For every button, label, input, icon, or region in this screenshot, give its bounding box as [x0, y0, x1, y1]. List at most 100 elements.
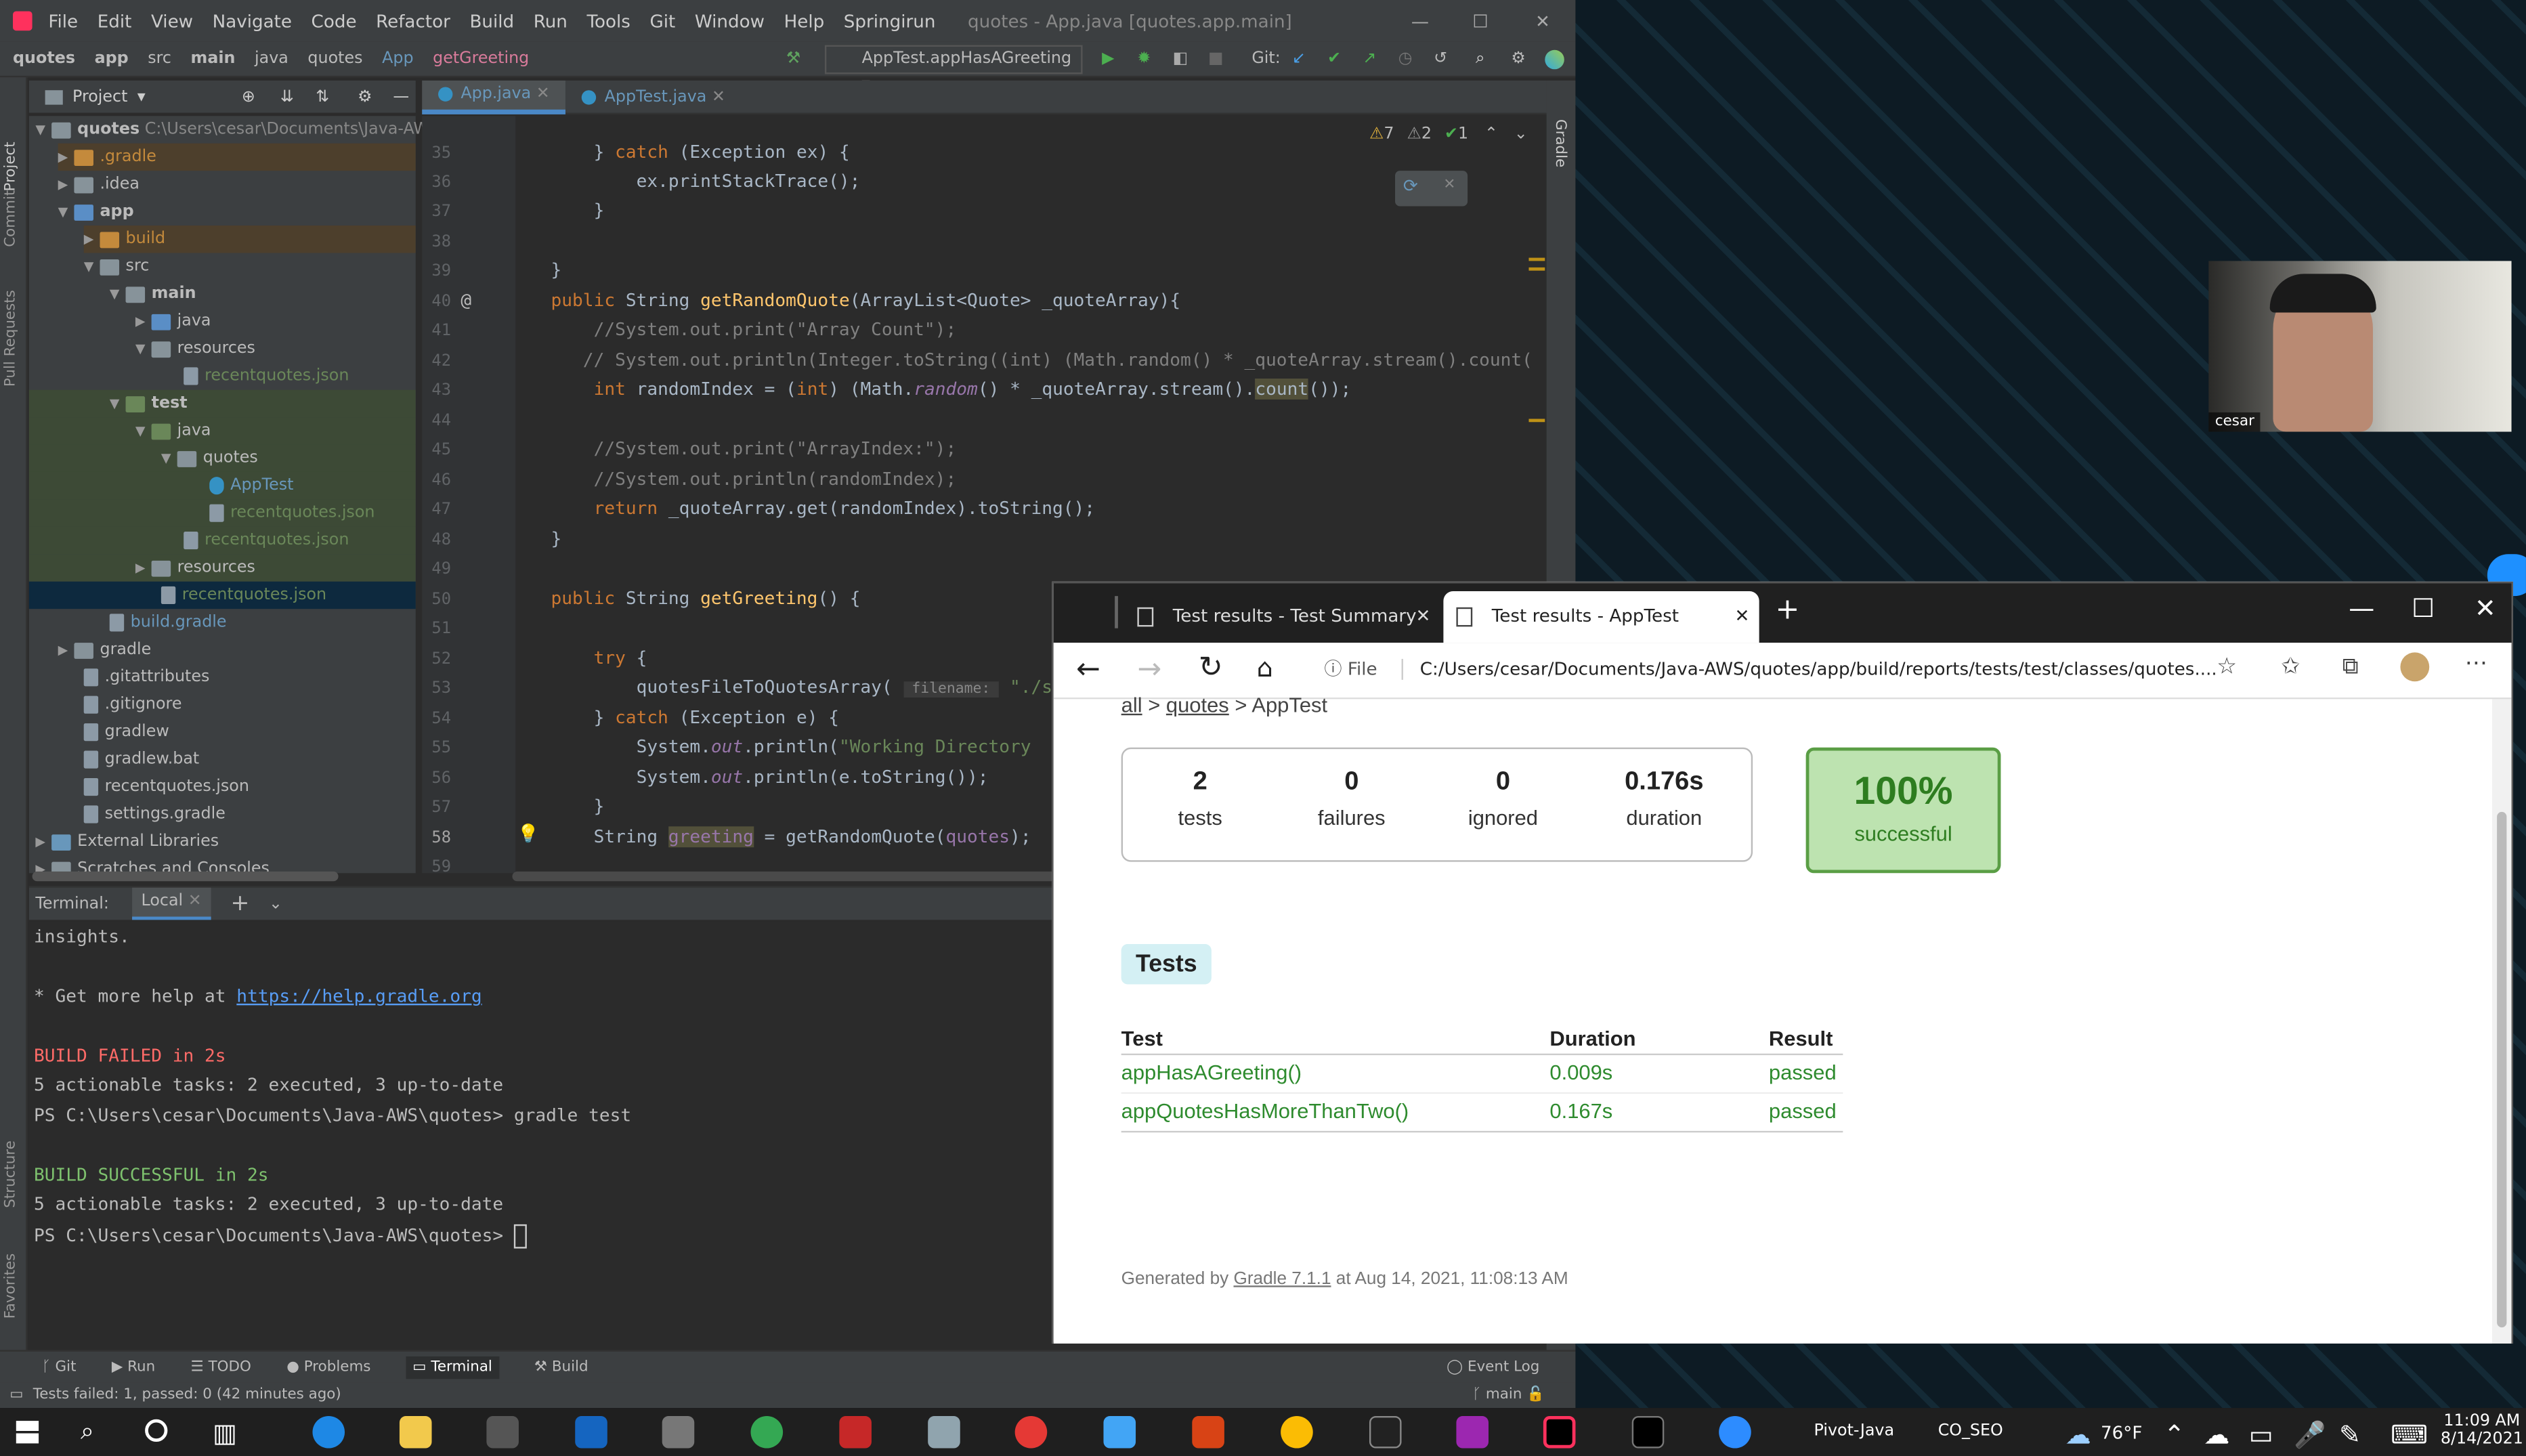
plugin-icon[interactable] — [1545, 49, 1564, 69]
breadcrumb-main[interactable]: main — [191, 50, 236, 68]
menu-edit[interactable]: Edit — [98, 10, 132, 31]
menu-tools[interactable]: Tools — [586, 10, 630, 31]
tab-app-java[interactable]: App.java ✕ — [422, 79, 566, 114]
coverage-icon[interactable]: ◧ — [1173, 50, 1188, 68]
tab-actions-icon[interactable] — [1115, 596, 1118, 628]
close-icon[interactable]: ✕ — [712, 88, 725, 106]
tab-tests[interactable]: Tests — [1121, 943, 1212, 985]
tab-git[interactable]: ᚴ Git — [42, 1359, 77, 1375]
refresh-icon[interactable]: ↻ — [1199, 651, 1223, 685]
run-config-select[interactable]: AppTest.appHasAGreeting ▾ — [824, 45, 1083, 93]
crumb-all-link[interactable]: all — [1121, 693, 1142, 717]
chevron-down-icon[interactable]: ⌄ — [1514, 126, 1528, 144]
tree-item-app[interactable]: ▼ app — [58, 198, 134, 226]
battery-icon[interactable]: ▭ — [2249, 1419, 2273, 1450]
breadcrumb-app[interactable]: app — [95, 50, 129, 68]
edge-icon[interactable] — [312, 1415, 345, 1449]
cortana-icon[interactable] — [145, 1419, 168, 1442]
history-icon[interactable]: ◷ — [1398, 50, 1413, 68]
tree-item-main-java[interactable]: ▶ java — [135, 307, 211, 335]
pen-icon[interactable]: ✎ — [2339, 1419, 2361, 1450]
maximize-icon[interactable]: ☐ — [2412, 593, 2435, 623]
side-favorites-tab[interactable]: Favorites — [3, 1254, 20, 1319]
menu-run[interactable]: Run — [534, 10, 568, 31]
side-commit-tab[interactable]: Commit — [3, 190, 20, 247]
table-row[interactable]: appHasAGreeting() 0.009s passed — [1121, 1055, 1843, 1094]
menu-help[interactable]: Help — [784, 10, 825, 31]
back-icon[interactable]: ← — [1076, 652, 1100, 686]
breadcrumb-package[interactable]: quotes — [307, 50, 362, 68]
tree-item-gradlew-bat[interactable]: gradlew.bat — [83, 746, 199, 773]
tree-item-gitignore[interactable]: .gitignore — [83, 691, 181, 719]
tree-item-json[interactable]: recentquotes.json — [28, 526, 416, 555]
app-icon[interactable] — [1369, 1415, 1402, 1449]
breadcrumb-class[interactable]: App — [382, 50, 413, 68]
taskbar-app-co-seo[interactable]: CO_SEO — [1938, 1422, 2003, 1440]
menu-refactor[interactable]: Refactor — [376, 10, 450, 31]
close-icon[interactable]: ✕ — [1443, 177, 1455, 194]
gradle-link[interactable]: Gradle 7.1.1 — [1233, 1269, 1331, 1289]
tree-item-src[interactable]: ▼ src — [84, 253, 150, 280]
terminal-icon[interactable] — [1631, 1415, 1665, 1449]
horizontal-scrollbar[interactable] — [512, 871, 1061, 882]
mail-icon[interactable] — [575, 1415, 607, 1449]
settings-gear-icon[interactable]: ⚙ — [1511, 50, 1525, 68]
override-marker-icon[interactable]: @ — [461, 290, 471, 311]
tree-item-root[interactable]: ▼ quotes C:\Users\cesar\Documents\Java-AW… — [35, 116, 440, 143]
tree-item-gitattributes[interactable]: .gitattributes — [83, 664, 209, 691]
favorite-star-icon[interactable]: ☆ — [2217, 654, 2237, 680]
minimize-icon[interactable]: — — [1411, 10, 1429, 31]
intellij-icon[interactable] — [1543, 1415, 1576, 1449]
todo-icon[interactable] — [1014, 1415, 1048, 1449]
zoom-icon[interactable] — [1719, 1415, 1751, 1449]
git-commit-icon[interactable]: ✔ — [1327, 50, 1341, 68]
side-pull-requests-tab[interactable]: Pull Requests — [3, 290, 20, 387]
tree-item-idea[interactable]: ▶ .idea — [58, 171, 140, 198]
maximize-icon[interactable]: ☐ — [1472, 10, 1488, 31]
chevron-down-icon[interactable]: ▾ — [137, 88, 146, 106]
menu-code[interactable]: Code — [312, 10, 357, 31]
side-gradle-tab[interactable]: Gradle — [1551, 119, 1568, 167]
hide-pane-icon[interactable]: — — [393, 88, 409, 106]
breadcrumb-java[interactable]: java — [255, 50, 288, 68]
tree-item-json[interactable]: recentquotes.json — [28, 499, 416, 527]
taskbar-app-pivot-java[interactable]: Pivot-Java — [1814, 1422, 1895, 1440]
task-view-icon[interactable]: ▥ — [213, 1417, 237, 1448]
help-link[interactable]: https://help.gradle.org — [236, 986, 481, 1007]
chrome-icon[interactable] — [1281, 1415, 1313, 1449]
run-icon[interactable]: ▶ — [1102, 50, 1114, 68]
tree-item-main[interactable]: ▼ main — [110, 280, 196, 307]
breadcrumb-quotes[interactable]: quotes — [13, 50, 75, 68]
lightbulb-icon[interactable]: 💡 — [517, 823, 540, 844]
more-icon[interactable]: ⋯ — [2465, 651, 2487, 677]
tree-item-build[interactable]: ▶ build — [83, 226, 416, 253]
favorites-icon[interactable]: ✩ — [2281, 654, 2300, 680]
minimize-icon[interactable]: — — [2349, 593, 2374, 623]
clock[interactable]: 11:09 AM 8/14/2021 — [2441, 1413, 2523, 1448]
app-icon[interactable] — [1192, 1415, 1224, 1449]
status-message[interactable]: Tests failed: 1, passed: 0 (42 minutes a… — [33, 1387, 341, 1403]
git-branch-widget[interactable]: ᚴ main 🔓 — [1472, 1387, 1545, 1403]
pane-settings-icon[interactable]: ⚙ — [358, 88, 372, 106]
app-icon[interactable] — [928, 1415, 960, 1449]
collections-icon[interactable]: ⧉ — [2342, 654, 2359, 680]
terminal-tab-local[interactable]: Local ✕ — [131, 887, 211, 920]
browser-scrollbar[interactable] — [2492, 699, 2512, 1344]
scroll-thumb[interactable] — [2497, 811, 2507, 1328]
tree-item-test-quotes[interactable]: ▼ quotes — [28, 444, 416, 472]
menu-view[interactable]: View — [151, 10, 193, 31]
tree-item-gradlew[interactable]: gradlew — [83, 719, 169, 746]
breadcrumb-src[interactable]: src — [148, 50, 171, 68]
tree-item-test-resources[interactable]: ▶ resources — [28, 554, 416, 582]
tab-build[interactable]: ⚒ Build — [534, 1359, 588, 1375]
forward-icon[interactable]: → — [1137, 652, 1161, 686]
file-explorer-icon[interactable] — [399, 1415, 432, 1449]
menu-window[interactable]: Window — [695, 10, 765, 31]
tree-item-json[interactable]: recentquotes.json — [83, 773, 249, 800]
video-feed[interactable]: cesar — [2208, 261, 2512, 432]
terminal-output[interactable]: insights. * Get more help at https://hel… — [28, 921, 1061, 1341]
tree-item-external-libraries[interactable]: ▶ External Libraries — [35, 828, 219, 855]
tree-item-build-gradle[interactable]: build.gradle — [109, 609, 227, 636]
tree-item-gradle[interactable]: ▶ gradle — [58, 637, 152, 664]
windows-start-icon[interactable] — [16, 1421, 39, 1444]
